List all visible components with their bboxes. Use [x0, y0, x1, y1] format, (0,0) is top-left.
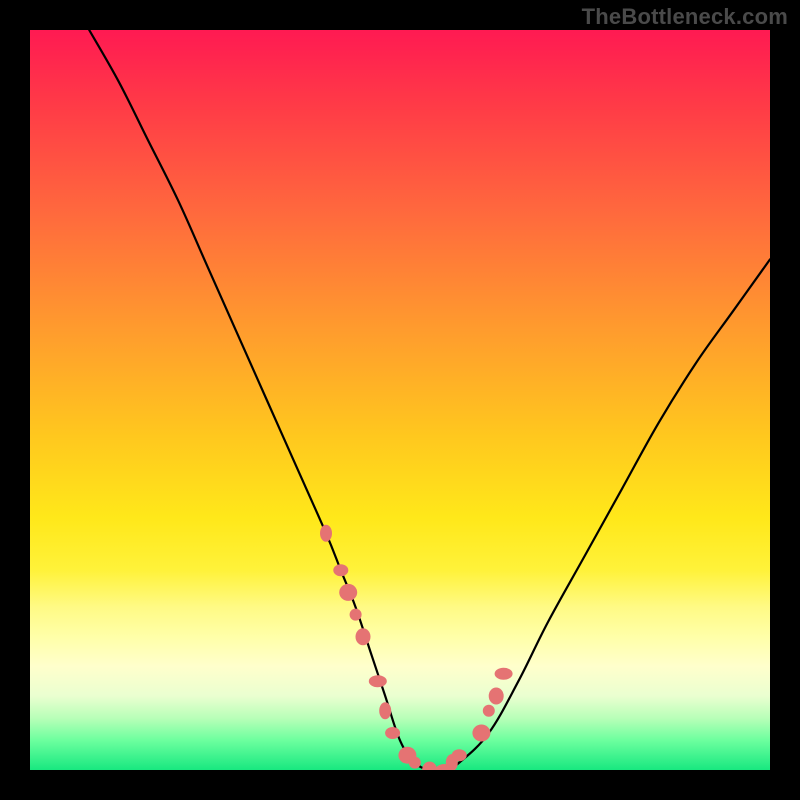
data-point [409, 757, 421, 769]
data-point [379, 702, 391, 719]
curve-svg [30, 30, 770, 770]
data-point [350, 609, 362, 621]
data-point [422, 762, 437, 771]
plot-area [30, 30, 770, 770]
chart-frame: TheBottleneck.com [0, 0, 800, 800]
data-point [483, 705, 495, 717]
data-point [495, 668, 513, 680]
bottleneck-curve [89, 30, 770, 770]
data-point [472, 725, 490, 742]
data-point [385, 727, 400, 739]
data-point [356, 628, 371, 645]
watermark-text: TheBottleneck.com [582, 4, 788, 30]
data-point [489, 688, 504, 705]
data-point [452, 749, 467, 761]
data-point [369, 675, 387, 687]
marker-group [320, 525, 513, 770]
data-point [339, 584, 357, 601]
data-point [333, 564, 348, 576]
data-point [320, 525, 332, 542]
